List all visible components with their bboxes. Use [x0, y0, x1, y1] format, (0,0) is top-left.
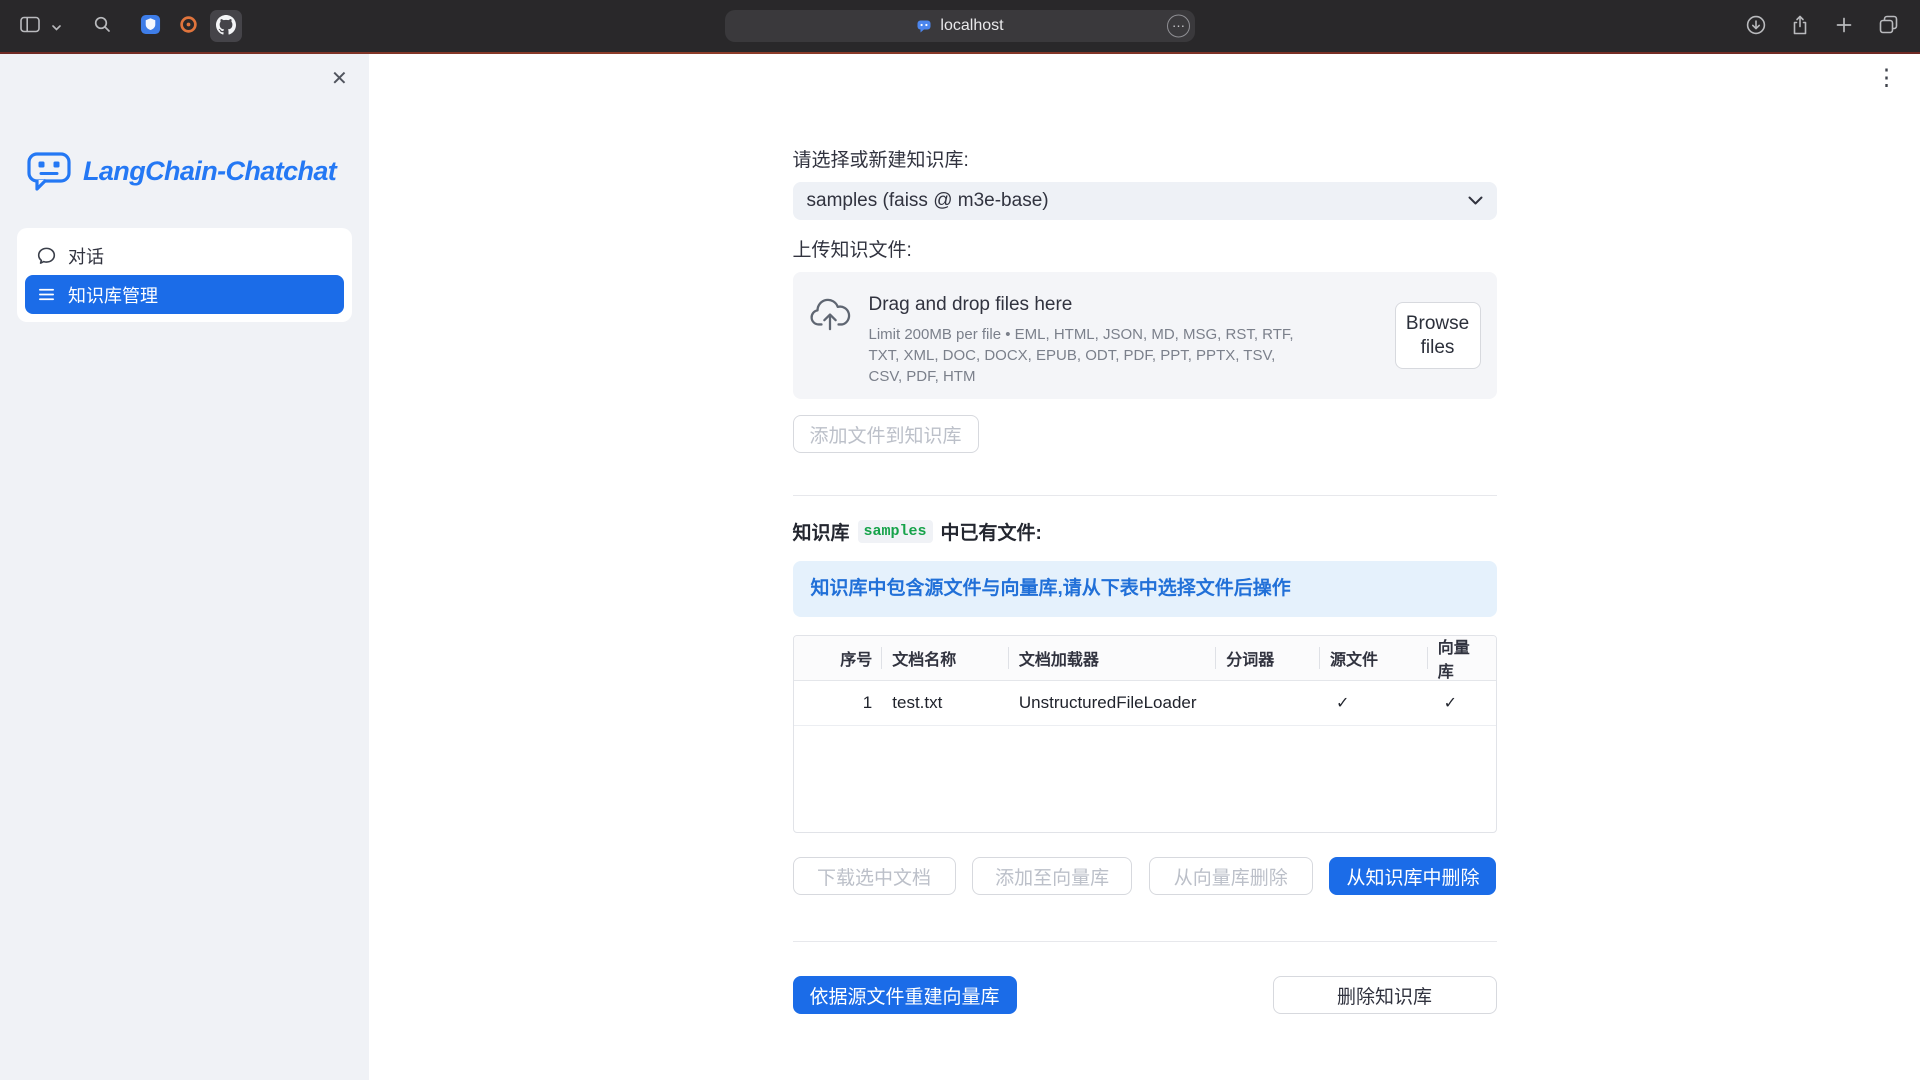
app-menu-button[interactable]: ⋮ — [1871, 62, 1902, 93]
column-header-splitter[interactable]: 分词器 — [1216, 636, 1320, 680]
plus-icon — [1835, 16, 1853, 37]
remove-from-vector-store-button[interactable]: 从向量库删除 — [1149, 857, 1313, 895]
logo-text: LangChain-Chatchat — [83, 156, 336, 187]
toolbar-right-group — [1740, 10, 1920, 42]
file-dropzone[interactable]: Drag and drop files here Limit 200MB per… — [793, 272, 1497, 399]
kb-select[interactable]: samples (faiss @ m3e-base) — [793, 182, 1497, 220]
tabs-overview-icon — [1878, 14, 1899, 38]
kb-name-code: samples — [858, 520, 933, 543]
download-selected-button[interactable]: 下载选中文档 — [793, 857, 956, 895]
table-row[interactable]: 1 test.txt UnstructuredFileLoader ✓ ✓ — [794, 681, 1496, 726]
delete-kb-button[interactable]: 删除知识库 — [1273, 976, 1497, 1014]
dropzone-title: Drag and drop files here — [869, 292, 1377, 318]
sidebar-toggle-button[interactable] — [14, 10, 46, 42]
ring-extension-icon — [178, 14, 199, 38]
sidebar-panel-icon — [20, 16, 40, 36]
kb-select-label: 请选择或新建知识库: — [793, 148, 1497, 174]
column-header-loader[interactable]: 文档加载器 — [1009, 636, 1216, 680]
dropzone-texts: Drag and drop files here Limit 200MB per… — [869, 284, 1377, 387]
section-divider — [793, 495, 1497, 496]
chevron-down-icon — [1468, 196, 1483, 206]
cell-index: 1 — [794, 681, 883, 725]
browser-window: localhost ⋯ — [0, 0, 1920, 1080]
close-icon: ✕ — [331, 68, 348, 90]
shield-extension-icon — [140, 14, 161, 38]
column-header-source-file[interactable]: 源文件 — [1320, 636, 1428, 680]
search-button[interactable] — [86, 10, 118, 42]
cell-filename: test.txt — [882, 681, 1009, 725]
sidebar-item-dialogue[interactable]: 对话 — [25, 236, 344, 275]
kb-actions-row: 依据源文件重建向量库 删除知识库 — [793, 976, 1497, 1014]
delete-from-kb-button[interactable]: 从知识库中删除 — [1329, 857, 1496, 895]
add-files-to-kb-button[interactable]: 添加文件到知识库 — [793, 415, 979, 453]
heading-prefix: 知识库 — [793, 518, 850, 545]
rebuild-vector-store-button[interactable]: 依据源文件重建向量库 — [793, 976, 1017, 1014]
heading-suffix: 中已有文件: — [941, 518, 1042, 545]
url-text: localhost — [940, 17, 1003, 35]
info-banner: 知识库中包含源文件与向量库,请从下表中选择文件后操作 — [793, 561, 1497, 617]
dropzone-limit-text: Limit 200MB per file • EML, HTML, JSON, … — [869, 324, 1305, 387]
download-icon — [1745, 14, 1767, 39]
toolbar-left-group — [0, 10, 242, 42]
search-icon — [94, 16, 111, 36]
downloads-button[interactable] — [1740, 10, 1772, 42]
chevron-down-icon — [52, 19, 61, 34]
browser-toolbar: localhost ⋯ — [0, 0, 1920, 52]
column-header-vector-store[interactable]: 向量库 — [1428, 636, 1496, 680]
extension-blue-button[interactable] — [134, 10, 166, 42]
add-to-vector-store-button[interactable]: 添加至向量库 — [972, 857, 1132, 895]
share-icon — [1790, 14, 1810, 39]
main-area: ⋮ 请选择或新建知识库: samples (faiss @ m3e-base) … — [369, 54, 1920, 1080]
upload-label: 上传知识文件: — [793, 238, 1497, 264]
column-header-filename[interactable]: 文档名称 — [882, 636, 1009, 680]
new-tab-button[interactable] — [1828, 10, 1860, 42]
site-favicon — [916, 18, 932, 34]
sidebar-item-knowledge-base[interactable]: 知识库管理 — [25, 275, 344, 314]
knowledge-base-list-icon — [37, 285, 56, 304]
app-sidebar: ✕ LangChain-Chatchat — [0, 54, 369, 1080]
app-logo: LangChain-Chatchat — [26, 150, 369, 192]
cell-loader: UnstructuredFileLoader — [1009, 681, 1216, 725]
cell-source-check: ✓ — [1320, 681, 1428, 725]
address-bar[interactable]: localhost ⋯ — [725, 10, 1195, 42]
kb-files-heading: 知识库 samples 中已有文件: — [793, 518, 1497, 545]
ellipsis-icon: ⋯ — [1172, 20, 1185, 33]
cloud-upload-icon — [809, 298, 851, 332]
github-icon — [216, 15, 236, 38]
logo-chat-bubble-icon — [26, 150, 72, 192]
sidebar-nav: 对话 知识库管理 — [17, 228, 352, 322]
browse-files-button[interactable]: Browse files — [1395, 302, 1481, 370]
cell-vector-check: ✓ — [1428, 681, 1496, 725]
sidebar-item-label: 对话 — [68, 243, 104, 269]
column-header-index[interactable]: 序号 — [794, 636, 883, 680]
kb-select-value: samples (faiss @ m3e-base) — [807, 190, 1049, 212]
cell-splitter — [1216, 681, 1320, 725]
tab-overview-button[interactable] — [1872, 10, 1904, 42]
table-header-row: 序号 文档名称 文档加载器 分词器 源文件 向量库 — [794, 636, 1496, 681]
share-button[interactable] — [1784, 10, 1816, 42]
sidebar-item-label: 知识库管理 — [68, 282, 158, 308]
section-divider — [793, 941, 1497, 942]
sidebar-menu-chevron[interactable] — [48, 10, 64, 42]
sidebar-close-button[interactable]: ✕ — [325, 64, 353, 92]
extensions-menu-button[interactable]: ⋯ — [1167, 15, 1190, 38]
file-actions-row: 下载选中文档 添加至向量库 从向量库删除 从知识库中删除 — [793, 857, 1497, 895]
page-content: 请选择或新建知识库: samples (faiss @ m3e-base) 上传… — [793, 54, 1497, 1014]
chat-bubble-icon — [37, 246, 56, 265]
extension-github-button[interactable] — [210, 10, 242, 42]
files-table: 序号 文档名称 文档加载器 分词器 源文件 向量库 1 test.txt Uns… — [793, 635, 1497, 833]
kebab-menu-icon: ⋮ — [1875, 64, 1898, 90]
extension-orange-button[interactable] — [172, 10, 204, 42]
